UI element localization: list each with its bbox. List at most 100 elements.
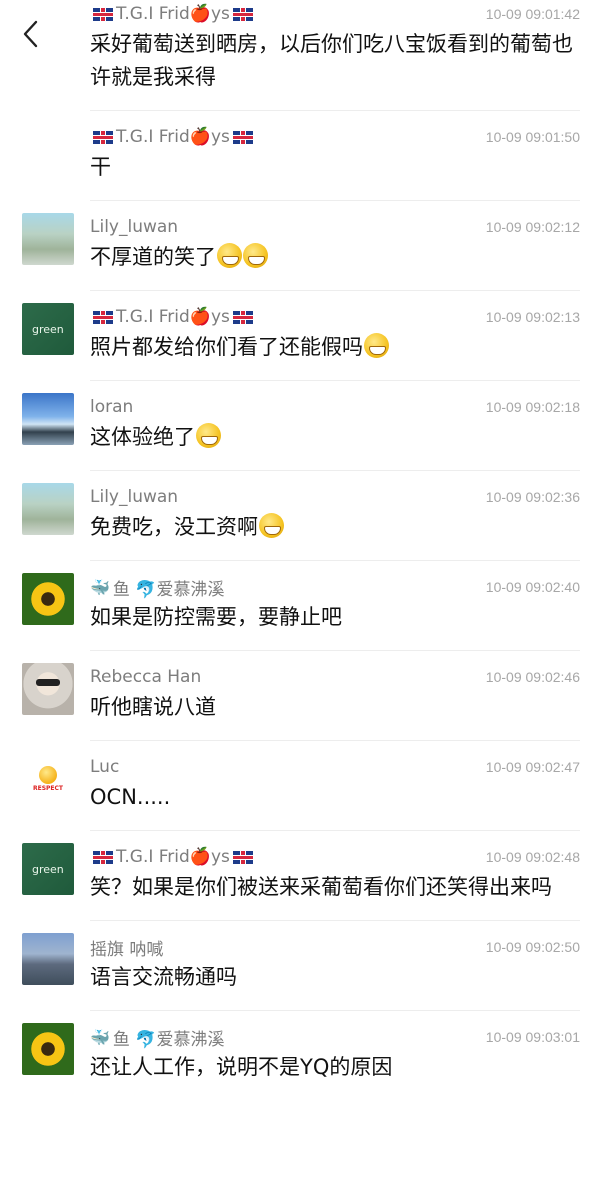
message-text-content: 这体验绝了 <box>90 425 195 449</box>
message-time: 10-09 09:02:46 <box>485 669 580 685</box>
uk-flag-icon <box>93 7 113 21</box>
message-item[interactable]: Lily_luwan 10-09 09:02:36 免费吃，没工资啊 <box>0 471 600 561</box>
message-time: 10-09 09:02:50 <box>485 939 580 955</box>
avatar[interactable] <box>22 303 74 355</box>
message-text-content: 听他瞎说八道 <box>90 695 216 719</box>
sender-name[interactable]: T.G.I Frid🍎ys <box>90 847 256 867</box>
uk-flag-icon <box>232 310 253 324</box>
sender-name-text: T.G.I Frid🍎ys <box>116 307 230 327</box>
uk-flag-icon <box>93 850 113 864</box>
message-item[interactable]: 摇旗 呐喊 10-09 09:02:50 语言交流畅通吗 <box>0 921 600 1011</box>
sender-name-text: Rebecca Han <box>90 667 202 687</box>
message-item[interactable]: T.G.I Frid🍎ys 10-09 09:01:50 干 <box>0 111 600 201</box>
whale-icon: 🐳 <box>90 577 110 597</box>
message-text: 这体验绝了 <box>90 421 580 454</box>
message-time: 10-09 09:01:42 <box>485 6 580 22</box>
avatar[interactable] <box>22 933 74 985</box>
sender-name[interactable]: 🐳 鱼 🐬爱慕沸溪 <box>90 575 225 600</box>
message-time: 10-09 09:01:50 <box>485 129 580 145</box>
message-text: 笑？如果是你们被送来采葡萄看你们还笑得出来吗 <box>90 871 580 904</box>
sender-name-text: T.G.I Frid🍎ys <box>116 4 230 24</box>
message-item[interactable]: T.G.I Frid🍎ys 10-09 09:01:42 采好葡萄送到晒房，以后你们… <box>0 0 600 111</box>
message-text: OCN..... <box>90 781 580 814</box>
message-list: T.G.I Frid🍎ys 10-09 09:01:42 采好葡萄送到晒房，以后你们… <box>0 0 600 1100</box>
sender-name[interactable]: T.G.I Frid🍎ys <box>90 4 256 24</box>
message-text-content: 照片都发给你们看了还能假吗 <box>90 335 363 359</box>
respect-label: RESPECT <box>32 785 64 792</box>
message-text: 干 <box>90 151 580 184</box>
sender-name-text: 鱼 🐬爱慕沸溪 <box>112 579 225 600</box>
message-text: 听他瞎说八道 <box>90 691 580 724</box>
grin-emoji-icon <box>243 243 268 268</box>
message-item[interactable]: T.G.I Frid🍎ys 10-09 09:02:13 照片都发给你们看了还能假吗 <box>0 291 600 381</box>
message-text: 还让人工作，说明不是YQ的原因 <box>90 1051 580 1084</box>
sender-name-text: Luc <box>90 757 120 777</box>
sender-name-text: 摇旗 呐喊 <box>90 939 164 960</box>
message-text-content: OCN..... <box>90 785 171 809</box>
uk-flag-icon <box>232 130 253 144</box>
avatar <box>22 123 74 175</box>
grin-emoji-icon <box>364 333 389 358</box>
message-time: 10-09 09:02:48 <box>485 849 580 865</box>
message-item[interactable]: RESPECT Luc 10-09 09:02:47 OCN..... <box>0 741 600 831</box>
sender-name[interactable]: Lily_luwan <box>90 217 178 237</box>
message-item[interactable]: 🐳 鱼 🐬爱慕沸溪 10-09 09:03:01 还让人工作，说明不是YQ的原因 <box>0 1011 600 1100</box>
message-item[interactable]: loran 10-09 09:02:18 这体验绝了 <box>0 381 600 471</box>
message-item[interactable]: Rebecca Han 10-09 09:02:46 听他瞎说八道 <box>0 651 600 741</box>
sender-name[interactable]: Lily_luwan <box>90 487 178 507</box>
grin-emoji-icon <box>196 423 221 448</box>
message-time: 10-09 09:02:13 <box>485 309 580 325</box>
sender-name-text: T.G.I Frid🍎ys <box>116 127 230 147</box>
message-item[interactable]: Lily_luwan 10-09 09:02:12 不厚道的笑了 <box>0 201 600 291</box>
message-time: 10-09 09:02:18 <box>485 399 580 415</box>
whale-icon: 🐳 <box>90 1027 110 1047</box>
sender-name[interactable]: Rebecca Han <box>90 667 201 687</box>
avatar[interactable] <box>22 1023 74 1075</box>
message-time: 10-09 09:02:47 <box>485 759 580 775</box>
message-text-content: 干 <box>90 155 111 179</box>
sender-name[interactable]: 🐳 鱼 🐬爱慕沸溪 <box>90 1025 225 1050</box>
avatar[interactable] <box>22 663 74 715</box>
message-text-content: 还让人工作，说明不是YQ的原因 <box>90 1055 393 1079</box>
avatar[interactable] <box>22 843 74 895</box>
sender-name-text: T.G.I Frid🍎ys <box>116 847 230 867</box>
grin-emoji-icon <box>259 513 284 538</box>
avatar[interactable] <box>22 573 74 625</box>
uk-flag-icon <box>93 310 113 324</box>
message-text-content: 免费吃，没工资啊 <box>90 515 258 539</box>
message-text: 免费吃，没工资啊 <box>90 511 580 544</box>
sender-name[interactable]: 摇旗 呐喊 <box>90 935 163 960</box>
message-text-content: 采好葡萄送到晒房，以后你们吃八宝饭看到的葡萄也许就是我采得 <box>90 32 573 89</box>
uk-flag-icon <box>232 850 253 864</box>
message-item[interactable]: T.G.I Frid🍎ys 10-09 09:02:48 笑？如果是你们被送来采葡萄… <box>0 831 600 921</box>
message-text: 如果是防控需要，要静止吧 <box>90 601 580 634</box>
message-text: 照片都发给你们看了还能假吗 <box>90 331 580 364</box>
avatar[interactable] <box>22 213 74 265</box>
sender-name[interactable]: T.G.I Frid🍎ys <box>90 307 256 327</box>
message-text-content: 笑？如果是你们被送来采葡萄看你们还笑得出来吗 <box>90 875 552 899</box>
message-item[interactable]: 🐳 鱼 🐬爱慕沸溪 10-09 09:02:40 如果是防控需要，要静止吧 <box>0 561 600 651</box>
message-text-content: 不厚道的笑了 <box>90 245 216 269</box>
sender-name[interactable]: Luc <box>90 757 119 777</box>
sender-name-text: Lily_luwan <box>90 217 179 237</box>
avatar[interactable] <box>22 483 74 535</box>
sender-name[interactable]: loran <box>90 397 133 417</box>
message-text: 不厚道的笑了 <box>90 241 580 274</box>
sender-name[interactable]: T.G.I Frid🍎ys <box>90 127 256 147</box>
message-text-content: 语言交流畅通吗 <box>90 965 237 989</box>
message-time: 10-09 09:02:40 <box>485 579 580 595</box>
uk-flag-icon <box>232 7 253 21</box>
sender-name-text: Lily_luwan <box>90 487 179 507</box>
message-time: 10-09 09:02:36 <box>485 489 580 505</box>
message-text: 语言交流畅通吗 <box>90 961 580 994</box>
grin-emoji-icon <box>217 243 242 268</box>
uk-flag-icon <box>93 130 113 144</box>
message-text-content: 如果是防控需要，要静止吧 <box>90 605 342 629</box>
avatar[interactable]: RESPECT <box>22 753 74 805</box>
message-time: 10-09 09:02:12 <box>485 219 580 235</box>
message-time: 10-09 09:03:01 <box>485 1029 580 1045</box>
sender-name-text: 鱼 🐬爱慕沸溪 <box>112 1029 225 1050</box>
avatar[interactable] <box>22 393 74 445</box>
sender-name-text: loran <box>90 397 134 417</box>
message-text: 采好葡萄送到晒房，以后你们吃八宝饭看到的葡萄也许就是我采得 <box>90 28 580 94</box>
